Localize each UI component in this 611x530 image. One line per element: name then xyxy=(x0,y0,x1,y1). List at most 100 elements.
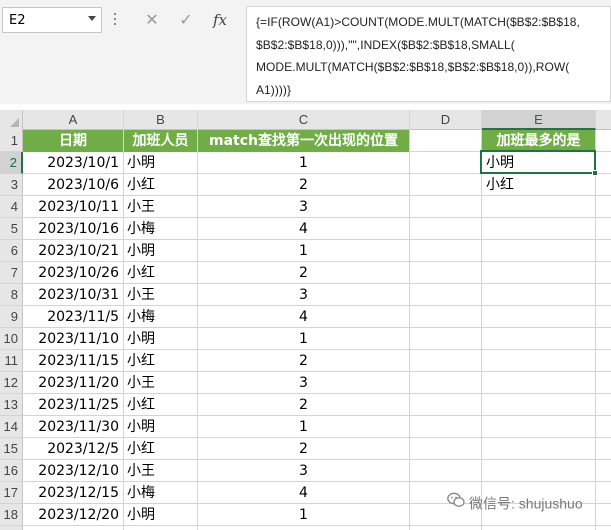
row-header[interactable]: 1 xyxy=(0,130,23,152)
chevron-down-icon[interactable] xyxy=(88,16,96,21)
date-cell[interactable]: 2023/10/11 xyxy=(23,196,123,218)
match-cell[interactable]: 1 xyxy=(198,152,409,174)
name-cell[interactable]: 小明 xyxy=(124,152,197,174)
name-cell[interactable]: 小王 xyxy=(124,372,197,394)
row-header[interactable]: 5 xyxy=(0,218,23,240)
close-icon[interactable]: ✕ xyxy=(140,8,164,32)
watermark-text: 微信号: shujushuo xyxy=(469,495,583,512)
column-header-d[interactable]: D xyxy=(410,110,482,130)
match-cell[interactable]: 1 xyxy=(198,416,409,438)
match-cell[interactable]: 3 xyxy=(198,284,409,306)
formula-line: {=IF(ROW(A1)>COUNT(MODE.MULT(MATCH($B$2:… xyxy=(256,15,580,29)
match-cell[interactable]: 4 xyxy=(198,482,409,504)
formula-text[interactable]: {=IF(ROW(A1)>COUNT(MODE.MULT(MATCH($B$2:… xyxy=(256,11,606,101)
column-header-b[interactable]: B xyxy=(124,110,198,130)
date-cell[interactable]: 2023/11/30 xyxy=(23,416,123,438)
name-cell[interactable]: 小明 xyxy=(124,328,197,350)
name-cell[interactable]: 小梅 xyxy=(124,482,197,504)
formula-toolbar: E2 ✕ ✓ fx {=IF(ROW(A1)>COUNT(MODE.MULT(M… xyxy=(0,0,611,104)
row-header[interactable]: 3 xyxy=(0,174,23,196)
header-result[interactable]: 加班最多的是 xyxy=(482,130,595,152)
row-header[interactable]: 11 xyxy=(0,350,23,372)
row-header[interactable]: 9 xyxy=(0,306,23,328)
row-header[interactable]: 7 xyxy=(0,262,23,284)
date-cell[interactable]: 2023/10/6 xyxy=(23,174,123,196)
date-cell[interactable]: 2023/12/5 xyxy=(23,438,123,460)
column-header-f[interactable] xyxy=(596,110,611,130)
column-header-a[interactable]: A xyxy=(23,110,124,130)
name-cell[interactable]: 小明 xyxy=(124,416,197,438)
wechat-icon xyxy=(447,492,465,515)
insert-function-button[interactable]: fx xyxy=(208,8,232,32)
result-cell[interactable]: 小明 xyxy=(482,152,595,174)
row-header[interactable]: 18 xyxy=(0,504,23,526)
name-box[interactable]: E2 xyxy=(2,7,102,33)
watermark: 微信号: shujushuo xyxy=(447,492,583,514)
date-cell[interactable]: 2023/10/1 xyxy=(23,152,123,174)
date-cell[interactable]: 2023/11/25 xyxy=(23,394,123,416)
date-cell[interactable]: 2023/11/5 xyxy=(23,306,123,328)
formula-input[interactable]: {=IF(ROW(A1)>COUNT(MODE.MULT(MATCH($B$2:… xyxy=(246,6,611,102)
match-cell[interactable]: 2 xyxy=(198,262,409,284)
name-cell[interactable]: 小红 xyxy=(124,350,197,372)
name-box-value[interactable]: E2 xyxy=(9,13,26,28)
row-header[interactable]: 19 xyxy=(0,526,23,530)
row-header[interactable]: 12 xyxy=(0,372,23,394)
formula-line: A1))))} xyxy=(256,82,292,97)
select-all-button[interactable] xyxy=(0,110,23,130)
name-cell[interactable]: 小明 xyxy=(124,240,197,262)
match-cell[interactable]: 2 xyxy=(198,438,409,460)
header-person[interactable]: 加班人员 xyxy=(124,130,197,152)
name-cell[interactable]: 小王 xyxy=(124,284,197,306)
name-cell[interactable]: 小王 xyxy=(124,196,197,218)
name-cell[interactable]: 小梅 xyxy=(124,218,197,240)
match-cell[interactable]: 2 xyxy=(198,350,409,372)
date-cell[interactable]: 2023/10/16 xyxy=(23,218,123,240)
row-header[interactable]: 16 xyxy=(0,460,23,482)
name-cell[interactable]: 小明 xyxy=(124,504,197,526)
row-header[interactable]: 4 xyxy=(0,196,23,218)
row-header[interactable]: 8 xyxy=(0,284,23,306)
date-cell[interactable]: 2023/11/15 xyxy=(23,350,123,372)
date-cell[interactable]: 2023/10/31 xyxy=(23,284,123,306)
date-cell[interactable]: 2023/11/10 xyxy=(23,328,123,350)
spreadsheet-grid[interactable]: ABCDE 12345678910111213141516171819 日期加班… xyxy=(0,110,611,530)
row-header[interactable]: 17 xyxy=(0,482,23,504)
date-cell[interactable]: 2023/12/15 xyxy=(23,482,123,504)
date-cell[interactable]: 2023/12/10 xyxy=(23,460,123,482)
name-cell[interactable]: 小王 xyxy=(124,460,197,482)
date-cell[interactable]: 2023/11/20 xyxy=(23,372,123,394)
column-header-e[interactable]: E xyxy=(482,110,596,130)
row-header[interactable]: 15 xyxy=(0,438,23,460)
column-header-c[interactable]: C xyxy=(198,110,410,130)
match-cell[interactable]: 1 xyxy=(198,240,409,262)
name-cell[interactable]: 小红 xyxy=(124,394,197,416)
drag-handle-icon[interactable] xyxy=(112,10,118,30)
header-match[interactable]: match查找第一次出现的位置 xyxy=(198,130,409,152)
match-cell[interactable]: 2 xyxy=(198,174,409,196)
match-cell[interactable]: 4 xyxy=(198,306,409,328)
match-cell[interactable]: 3 xyxy=(198,372,409,394)
date-cell[interactable]: 2023/10/26 xyxy=(23,262,123,284)
match-cell[interactable]: 1 xyxy=(198,504,409,526)
row-header[interactable]: 2 xyxy=(0,152,23,174)
name-cell[interactable]: 小梅 xyxy=(124,306,197,328)
row-header[interactable]: 10 xyxy=(0,328,23,350)
gridline xyxy=(595,130,596,530)
match-cell[interactable]: 1 xyxy=(198,328,409,350)
name-cell[interactable]: 小红 xyxy=(124,174,197,196)
date-cell[interactable]: 2023/10/21 xyxy=(23,240,123,262)
match-cell[interactable]: 3 xyxy=(198,196,409,218)
date-cell[interactable]: 2023/12/20 xyxy=(23,504,123,526)
row-header[interactable]: 13 xyxy=(0,394,23,416)
match-cell[interactable]: 3 xyxy=(198,460,409,482)
header-date[interactable]: 日期 xyxy=(23,130,123,152)
match-cell[interactable]: 4 xyxy=(198,218,409,240)
row-header[interactable]: 14 xyxy=(0,416,23,438)
check-icon[interactable]: ✓ xyxy=(174,8,198,32)
name-cell[interactable]: 小红 xyxy=(124,438,197,460)
row-header[interactable]: 6 xyxy=(0,240,23,262)
match-cell[interactable]: 2 xyxy=(198,394,409,416)
name-cell[interactable]: 小红 xyxy=(124,262,197,284)
result-cell[interactable]: 小红 xyxy=(482,174,595,196)
